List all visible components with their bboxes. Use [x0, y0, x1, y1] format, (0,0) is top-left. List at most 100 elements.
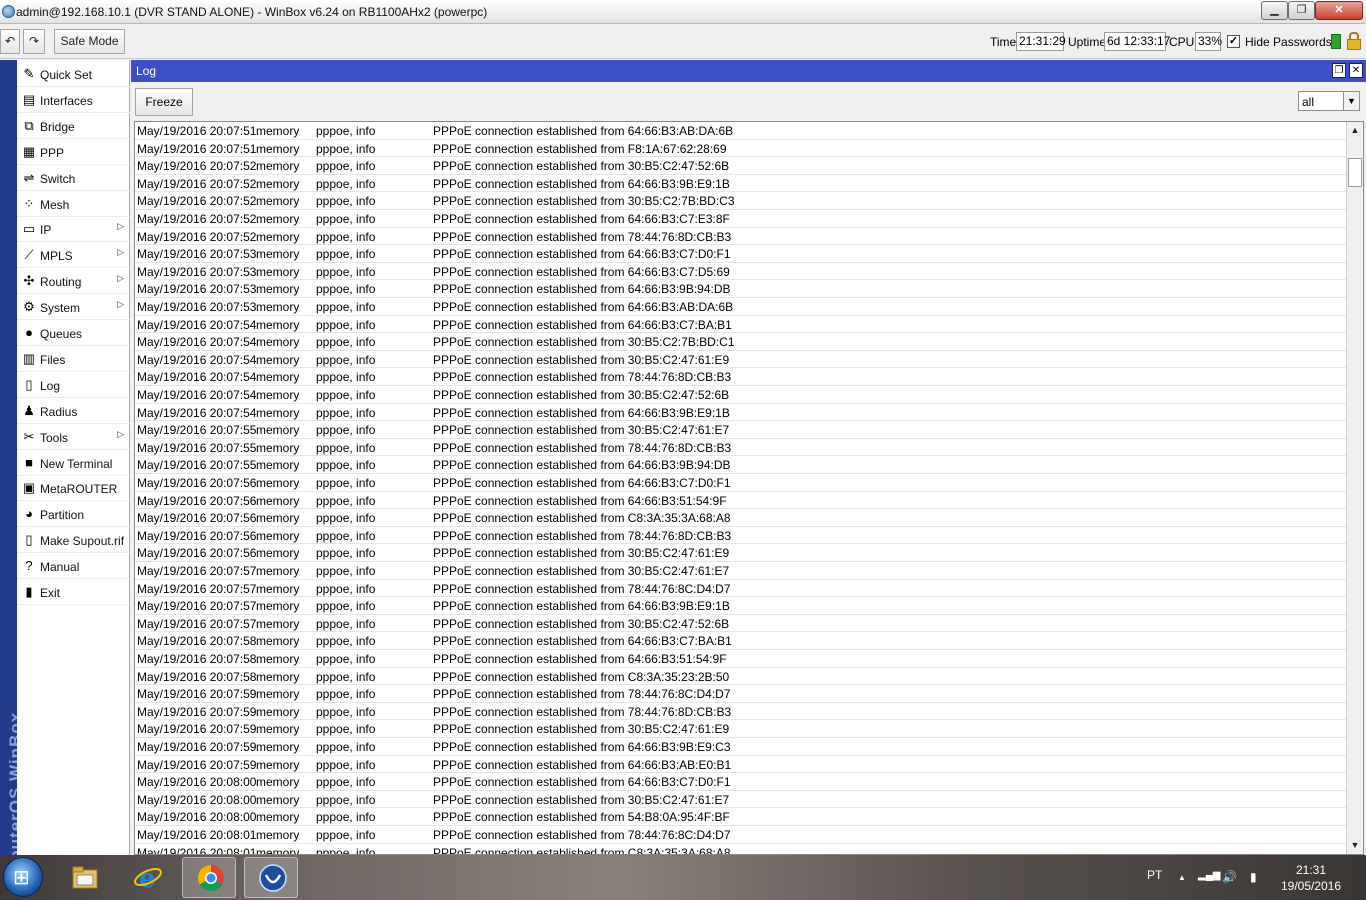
sidebar-item-switch[interactable]: ⇌ Switch [17, 165, 130, 191]
log-time: May/19/2016 20:07:55 [137, 423, 257, 438]
volume-icon[interactable]: 🔊 [1222, 870, 1237, 884]
log-filter-select[interactable]: all ▼ [1298, 91, 1360, 111]
undo-button[interactable]: ↶ [0, 29, 20, 54]
log-row[interactable]: May/19/2016 20:07:58 memory pppoe, info PPP… [135, 650, 1347, 668]
sidebar-item-exit[interactable]: ▮ Exit [17, 579, 130, 605]
sidebar-item-files[interactable]: ▥ Files [17, 346, 130, 372]
make-supout-rif-icon: ▯ [25, 532, 33, 548]
log-row[interactable]: May/19/2016 20:07:55 memory pppoe, info PPP… [135, 439, 1347, 457]
log-row[interactable]: May/19/2016 20:07:52 memory pppoe, info PPP… [135, 210, 1347, 228]
log-row[interactable]: May/19/2016 20:07:59 memory pppoe, info PPP… [135, 738, 1347, 756]
log-row[interactable]: May/19/2016 20:07:53 memory pppoe, info PPP… [135, 245, 1347, 263]
dropdown-arrow-icon[interactable]: ▼ [1343, 92, 1359, 110]
sidebar-item-new-terminal[interactable]: ■ New Terminal [17, 450, 130, 476]
log-row[interactable]: May/19/2016 20:07:57 memory pppoe, info PPP… [135, 562, 1347, 580]
log-row[interactable]: May/19/2016 20:07:59 memory pppoe, info PPP… [135, 720, 1347, 738]
sidebar-item-queues[interactable]: ● Queues [17, 320, 130, 346]
show-hidden-icons-icon[interactable]: ▲ [1178, 873, 1186, 882]
sidebar-item-routing[interactable]: ✣ Routing ▷ [17, 268, 130, 295]
log-row[interactable]: May/19/2016 20:08:01 memory pppoe, info PPP… [135, 844, 1347, 854]
sidebar-item-bridge[interactable]: ⧉ Bridge [17, 113, 130, 139]
log-row[interactable]: May/19/2016 20:08:01 memory pppoe, info PPP… [135, 826, 1347, 844]
hide-passwords-checkbox[interactable]: ✓ [1227, 35, 1240, 48]
log-row[interactable]: May/19/2016 20:07:52 memory pppoe, info PPP… [135, 175, 1347, 193]
sidebar-item-label: Quick Set [40, 68, 93, 82]
sidebar-item-metarouter[interactable]: ▣ MetaROUTER [17, 475, 130, 502]
log-row[interactable]: May/19/2016 20:07:54 memory pppoe, info PPP… [135, 351, 1347, 369]
title-bar[interactable]: admin@192.168.10.1 (DVR STAND ALONE) - W… [0, 0, 1366, 24]
scroll-down-icon[interactable]: ▼ [1347, 837, 1363, 854]
log-row[interactable]: May/19/2016 20:08:00 memory pppoe, info PPP… [135, 791, 1347, 809]
log-row[interactable]: May/19/2016 20:07:51 memory pppoe, info PPP… [135, 122, 1347, 140]
redo-button[interactable]: ↷ [23, 29, 45, 54]
log-window-header[interactable]: Log ❐ ✕ [131, 60, 1366, 82]
log-table[interactable]: May/19/2016 20:08:01 memory pppoe, info PPP… [134, 121, 1364, 855]
taskbar-app-winbox[interactable] [244, 857, 298, 898]
log-topics: pppoe, info [316, 493, 376, 508]
log-row[interactable]: May/19/2016 20:07:54 memory pppoe, info PPP… [135, 404, 1347, 422]
sidebar-item-mpls[interactable]: ⟋ MPLS ▷ [17, 242, 130, 269]
sidebar-item-tools[interactable]: ✂ Tools ▷ [17, 424, 130, 450]
log-row[interactable]: May/19/2016 20:07:52 memory pppoe, info PPP… [135, 192, 1347, 210]
taskbar-app-file-explorer[interactable] [57, 857, 111, 898]
sidebar-item-manual[interactable]: ? Manual [17, 553, 130, 580]
freeze-button[interactable]: Freeze [135, 88, 193, 116]
log-scrollbar[interactable]: ▲ ▼ [1346, 122, 1363, 854]
log-row[interactable]: May/19/2016 20:07:55 memory pppoe, info PPP… [135, 421, 1347, 439]
log-buffer: memory [256, 124, 300, 138]
log-row[interactable]: May/19/2016 20:07:57 memory pppoe, info PPP… [135, 597, 1347, 615]
sidebar-item-ppp[interactable]: ▦ PPP [17, 139, 130, 165]
log-row[interactable]: May/19/2016 20:08:00 memory pppoe, info PPP… [135, 773, 1347, 791]
log-row[interactable]: May/19/2016 20:07:59 memory pppoe, info PPP… [135, 703, 1347, 721]
system-clock[interactable]: 21:31 19/05/2016 [1280, 862, 1342, 894]
log-row[interactable]: May/19/2016 20:07:53 memory pppoe, info PPP… [135, 280, 1347, 298]
log-row[interactable]: May/19/2016 20:07:58 memory pppoe, info PPP… [135, 668, 1347, 686]
sidebar-item-radius[interactable]: ♟ Radius [17, 398, 130, 424]
log-row[interactable]: May/19/2016 20:07:54 memory pppoe, info PPP… [135, 333, 1347, 351]
sidebar-item-system[interactable]: ⚙ System ▷ [17, 294, 130, 321]
log-row[interactable]: May/19/2016 20:07:56 memory pppoe, info PPP… [135, 509, 1347, 527]
log-message: PPPoE connection established from 78:44:… [433, 440, 732, 455]
log-row[interactable]: May/19/2016 20:07:56 memory pppoe, info PPP… [135, 474, 1347, 492]
battery-icon[interactable]: ▮ [1250, 870, 1257, 884]
scroll-thumb[interactable] [1348, 158, 1362, 187]
log-row[interactable]: May/19/2016 20:07:53 memory pppoe, info PPP… [135, 263, 1347, 281]
language-indicator[interactable]: PT [1147, 868, 1162, 882]
log-row[interactable]: May/19/2016 20:07:54 memory pppoe, info PPP… [135, 316, 1347, 334]
sidebar-item-ip[interactable]: ▭ IP ▷ [17, 216, 130, 243]
log-row[interactable]: May/19/2016 20:07:58 memory pppoe, info PPP… [135, 632, 1347, 650]
log-row[interactable]: May/19/2016 20:07:57 memory pppoe, info PPP… [135, 615, 1347, 633]
log-row[interactable]: May/19/2016 20:07:56 memory pppoe, info PPP… [135, 527, 1347, 545]
log-restore-button[interactable]: ❐ [1332, 63, 1346, 78]
log-row[interactable]: May/19/2016 20:08:00 memory pppoe, info PPP… [135, 808, 1347, 826]
sidebar-item-partition[interactable]: ◕ Partition [17, 501, 130, 528]
log-message: PPPoE connection established from 64:66:… [433, 599, 730, 614]
log-row[interactable]: May/19/2016 20:07:52 memory pppoe, info PPP… [135, 228, 1347, 246]
sidebar-item-log[interactable]: ▯ Log [17, 372, 130, 398]
sidebar-item-mesh[interactable]: ⁘ Mesh [17, 191, 130, 217]
log-row[interactable]: May/19/2016 20:07:59 memory pppoe, info PPP… [135, 685, 1347, 703]
sidebar-item-make-supout-rif[interactable]: ▯ Make Supout.rif [17, 527, 130, 554]
log-row[interactable]: May/19/2016 20:07:54 memory pppoe, info PPP… [135, 368, 1347, 386]
log-row[interactable]: May/19/2016 20:07:53 memory pppoe, info PPP… [135, 298, 1347, 316]
log-row[interactable]: May/19/2016 20:07:56 memory pppoe, info PPP… [135, 492, 1347, 510]
log-row[interactable]: May/19/2016 20:07:54 memory pppoe, info PPP… [135, 386, 1347, 404]
safe-mode-button[interactable]: Safe Mode [54, 29, 125, 54]
taskbar-app-chrome[interactable] [182, 857, 236, 898]
log-close-button[interactable]: ✕ [1349, 63, 1363, 78]
sidebar-item-quick-set[interactable]: ✎ Quick Set [17, 61, 130, 87]
log-row[interactable]: May/19/2016 20:07:57 memory pppoe, info PPP… [135, 580, 1347, 598]
log-row[interactable]: May/19/2016 20:07:56 memory pppoe, info PPP… [135, 544, 1347, 562]
close-button[interactable]: ✕ [1315, 1, 1363, 20]
log-row[interactable]: May/19/2016 20:07:51 memory pppoe, info PPP… [135, 140, 1347, 158]
minimize-button[interactable]: ▁ [1261, 1, 1288, 20]
scroll-up-icon[interactable]: ▲ [1347, 122, 1363, 139]
log-row[interactable]: May/19/2016 20:07:59 memory pppoe, info PPP… [135, 756, 1347, 774]
taskbar-app-internet-explorer[interactable]: e [120, 857, 174, 898]
sidebar-item-interfaces[interactable]: ▤ Interfaces [17, 87, 130, 113]
network-signal-icon[interactable]: ▂▄▆ [1198, 870, 1220, 881]
log-row[interactable]: May/19/2016 20:07:55 memory pppoe, info PPP… [135, 456, 1347, 474]
log-row[interactable]: May/19/2016 20:07:52 memory pppoe, info PPP… [135, 157, 1347, 175]
start-button[interactable] [3, 857, 43, 897]
maximize-button[interactable]: ❐ [1288, 1, 1315, 20]
